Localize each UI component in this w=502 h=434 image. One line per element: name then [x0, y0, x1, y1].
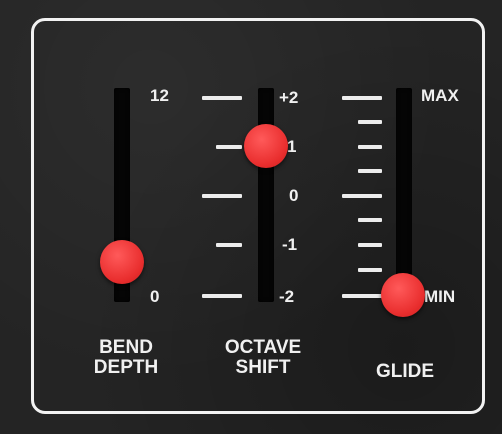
glide-slider-track[interactable] [396, 88, 412, 302]
octave-label-minus1: -1 [282, 235, 298, 254]
octave-tick-0 [202, 194, 242, 198]
octave-shift-title: OCTAVE SHIFT [213, 338, 313, 378]
bend-depth-title-line2: DEPTH [93, 357, 159, 378]
octave-label-1: 1 [287, 137, 297, 156]
glide-tick-8 [358, 268, 382, 272]
octave-shift-title-line2: SHIFT [235, 357, 291, 378]
octave-shift-slider-knob[interactable] [244, 124, 288, 168]
glide-tick-3 [358, 145, 382, 149]
glide-tick-2 [358, 120, 382, 124]
glide-tick-7 [358, 243, 382, 247]
glide-title: GLIDE [375, 361, 435, 382]
octave-tick-1 [216, 145, 242, 149]
octave-label-0: 0 [289, 186, 299, 205]
bend-depth-title-line1: BEND [99, 337, 153, 358]
octave-tick-minus1 [216, 243, 242, 247]
octave-tick-minus2 [202, 294, 242, 298]
glide-slider-knob[interactable] [381, 273, 425, 317]
octave-tick-plus2 [202, 96, 242, 100]
glide-tick-6 [358, 218, 382, 222]
bend-depth-title: BEND DEPTH [86, 338, 166, 378]
glide-tick-4 [358, 169, 382, 173]
bend-depth-min-label: 0 [150, 287, 160, 306]
octave-label-minus2: -2 [279, 287, 295, 306]
synth-controller-panel: 12 0 BEND DEPTH +2 1 0 -1 -2 OCTAVE SHIF… [0, 0, 502, 434]
octave-shift-title-line1: OCTAVE [224, 337, 302, 358]
octave-label-plus2: +2 [279, 88, 299, 107]
bend-depth-max-label: 12 [150, 86, 169, 105]
glide-tick-min [342, 294, 382, 298]
glide-tick-max [342, 96, 382, 100]
glide-min-label: MIN [424, 287, 456, 306]
octave-shift-slider-track[interactable] [258, 88, 274, 302]
glide-max-label: MAX [421, 86, 459, 105]
glide-tick-mid [342, 194, 382, 198]
bend-depth-slider-knob[interactable] [100, 240, 144, 284]
